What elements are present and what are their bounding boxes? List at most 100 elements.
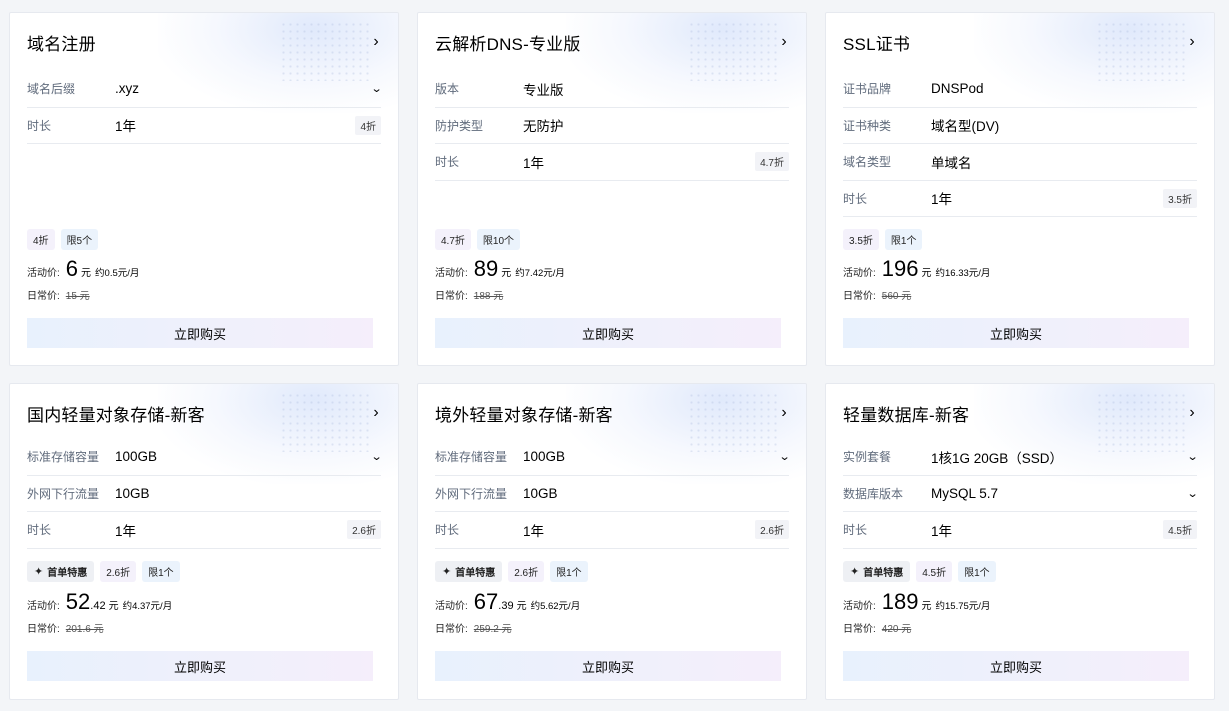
discount-tag: 2.6折 bbox=[508, 561, 545, 582]
first-order-tag: ✦ 首单特惠 bbox=[27, 561, 95, 582]
row-value: 100GB bbox=[523, 449, 566, 465]
card-header[interactable]: 国内轻量对象存储-新客 › bbox=[27, 400, 382, 426]
chevron-right-icon[interactable]: › bbox=[370, 33, 382, 51]
chevron-right-icon[interactable]: › bbox=[778, 404, 790, 422]
config-row[interactable]: 证书种类 域名型(DV) bbox=[843, 108, 1197, 144]
original-price-label: 日常价: bbox=[843, 291, 876, 302]
chevron-right-icon[interactable]: › bbox=[370, 404, 382, 422]
buy-now-button[interactable]: 立即购买 bbox=[27, 318, 373, 348]
original-price-value: 560 元 bbox=[881, 291, 912, 302]
limit-tag: 限1个 bbox=[550, 561, 588, 582]
row-label: 证书品牌 bbox=[843, 82, 892, 97]
card-header[interactable]: 域名注册 › bbox=[27, 29, 382, 55]
card-header[interactable]: 境外轻量对象存储-新客 › bbox=[435, 400, 790, 426]
card-header[interactable]: SSL证书 › bbox=[843, 29, 1198, 55]
config-row[interactable]: 版本 专业版 bbox=[435, 71, 789, 108]
row-value: 1核1G 20GB（SSD） bbox=[931, 450, 1064, 466]
chevron-down-icon[interactable]: ⌄ bbox=[1186, 487, 1198, 500]
first-order-tag: ✦ 首单特惠 bbox=[435, 561, 503, 582]
row-value: 10GB bbox=[115, 485, 150, 501]
chevron-down-icon[interactable]: ⌄ bbox=[1186, 450, 1198, 463]
original-price: 日常价: 560 元 bbox=[843, 287, 911, 302]
buy-now-button[interactable]: 立即购买 bbox=[27, 651, 373, 681]
card-header[interactable]: 轻量数据库-新客 › bbox=[843, 400, 1198, 426]
card-title: 国内轻量对象存储-新客 bbox=[27, 405, 205, 425]
config-rows: 实例套餐 1核1G 20GB（SSD） ⌄ 数据库版本 MySQL 5.7 ⌄ … bbox=[843, 439, 1198, 549]
chevron-right-icon[interactable]: › bbox=[778, 33, 790, 51]
config-row-select[interactable]: 标准存储容量 100GB ⌄ bbox=[27, 439, 382, 476]
first-order-tag: ✦ 首单特惠 bbox=[843, 561, 911, 582]
price-label: 活动价: bbox=[27, 268, 60, 279]
original-price: 日常价: 420 元 bbox=[843, 620, 911, 635]
price-unit: 元 bbox=[921, 268, 932, 279]
product-card-cos-domestic: 国内轻量对象存储-新客 › 标准存储容量 100GB ⌄ 外网下行流量 10GB… bbox=[9, 383, 399, 700]
config-row[interactable]: 防护类型 无防护 bbox=[435, 108, 789, 144]
card-header[interactable]: 云解析DNS-专业版 › bbox=[435, 29, 790, 55]
original-price-label: 日常价: bbox=[27, 624, 60, 635]
price-per-month: 约4.37元/月 bbox=[122, 601, 173, 612]
promo-tags: ✦ 首单特惠 2.6折 限1个 bbox=[435, 561, 588, 582]
row-label: 外网下行流量 bbox=[435, 486, 508, 501]
config-row-select[interactable]: 实例套餐 1核1G 20GB（SSD） ⌄ bbox=[843, 439, 1198, 476]
config-row[interactable]: 外网下行流量 10GB bbox=[435, 476, 789, 512]
config-row-select[interactable]: 标准存储容量 100GB ⌄ bbox=[435, 439, 790, 476]
first-order-label: 首单特惠 bbox=[455, 568, 496, 579]
discount-tag: 3.5折 bbox=[843, 229, 879, 250]
original-price: 日常价: 15 元 bbox=[27, 287, 90, 302]
price-integer: 196 bbox=[881, 256, 919, 281]
first-order-label: 首单特惠 bbox=[47, 568, 88, 579]
price-decimal: .39 bbox=[498, 600, 514, 612]
config-row: 时长 1年 4折 bbox=[27, 108, 381, 144]
price-label: 活动价: bbox=[843, 601, 876, 612]
price-per-month: 约5.62元/月 bbox=[530, 601, 581, 612]
chevron-down-icon[interactable]: ⌄ bbox=[370, 82, 382, 95]
row-label: 版本 bbox=[435, 82, 460, 97]
buy-now-button[interactable]: 立即购买 bbox=[843, 318, 1189, 348]
original-price: 日常价: 188 元 bbox=[435, 287, 503, 302]
chevron-right-icon[interactable]: › bbox=[1186, 33, 1198, 51]
row-label: 时长 bbox=[435, 155, 460, 170]
price-integer: 67 bbox=[473, 589, 499, 614]
original-price-value: 259.2 元 bbox=[473, 624, 512, 635]
promo-price: 活动价: 67 .39 元 约5.62元/月 bbox=[435, 589, 580, 615]
config-row-select[interactable]: 域名后缀 .xyz ⌄ bbox=[27, 71, 382, 108]
config-row-select[interactable]: 数据库版本 MySQL 5.7 ⌄ bbox=[843, 476, 1198, 512]
buy-now-button[interactable]: 立即购买 bbox=[843, 651, 1189, 681]
row-label: 时长 bbox=[27, 118, 52, 133]
chevron-down-icon[interactable]: ⌄ bbox=[778, 450, 790, 463]
card-title: 云解析DNS-专业版 bbox=[435, 34, 581, 54]
price-integer: 89 bbox=[473, 256, 499, 281]
product-card-dns: 云解析DNS-专业版 › 版本 专业版 防护类型 无防护 时长 1年 4.7折 … bbox=[417, 12, 807, 366]
original-price-label: 日常价: bbox=[435, 291, 468, 302]
product-card-cos-overseas: 境外轻量对象存储-新客 › 标准存储容量 100GB ⌄ 外网下行流量 10GB… bbox=[417, 383, 807, 700]
row-label: 时长 bbox=[27, 523, 52, 538]
original-price-label: 日常价: bbox=[843, 624, 876, 635]
row-value: 1年 bbox=[931, 523, 953, 539]
row-label: 标准存储容量 bbox=[435, 450, 508, 465]
buy-now-button[interactable]: 立即购买 bbox=[435, 318, 781, 348]
chevron-right-icon[interactable]: › bbox=[1186, 404, 1198, 422]
row-value: 专业版 bbox=[523, 82, 564, 98]
row-value: 1年 bbox=[115, 119, 137, 135]
chevron-down-icon[interactable]: ⌄ bbox=[370, 450, 382, 463]
row-value: 1年 bbox=[931, 192, 953, 208]
config-row[interactable]: 证书品牌 DNSPod bbox=[843, 71, 1197, 108]
config-row[interactable]: 域名类型 单域名 bbox=[843, 144, 1197, 181]
row-label: 数据库版本 bbox=[843, 486, 904, 501]
promo-price: 活动价: 89 元 约7.42元/月 bbox=[435, 256, 565, 282]
original-price-value: 201.6 元 bbox=[65, 624, 104, 635]
price-label: 活动价: bbox=[435, 268, 468, 279]
original-price-value: 420 元 bbox=[881, 624, 912, 635]
limit-tag: 限1个 bbox=[958, 561, 996, 582]
row-label: 实例套餐 bbox=[843, 450, 892, 465]
original-price-label: 日常价: bbox=[27, 291, 60, 302]
row-label: 时长 bbox=[435, 523, 460, 538]
buy-now-button[interactable]: 立即购买 bbox=[435, 651, 781, 681]
row-label: 防护类型 bbox=[435, 118, 484, 133]
row-label: 域名后缀 bbox=[27, 82, 76, 97]
promo-tags: 4折 限5个 bbox=[27, 229, 99, 250]
limit-tag: 限1个 bbox=[884, 229, 923, 250]
config-rows: 域名后缀 .xyz ⌄ 时长 1年 4折 bbox=[27, 71, 382, 144]
config-row[interactable]: 外网下行流量 10GB bbox=[27, 476, 381, 512]
row-label: 外网下行流量 bbox=[27, 486, 100, 501]
